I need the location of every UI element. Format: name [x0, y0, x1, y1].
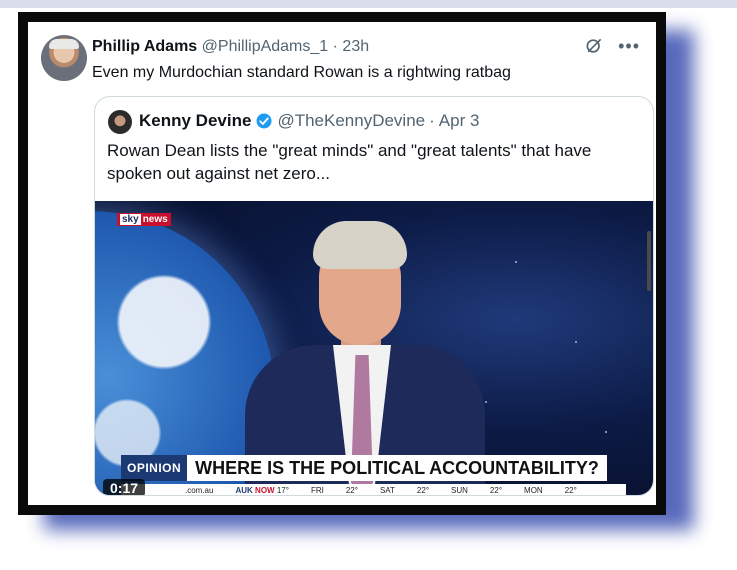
- quoted-post[interactable]: Kenny Devine @TheKennyDevine · Apr 3 Row…: [94, 96, 654, 496]
- quoted-post-text: Rowan Dean lists the "great minds" and "…: [107, 141, 592, 183]
- weather-ticker: .com.au AUK NOW 17° FRI 22° SAT 22° SUN …: [121, 484, 626, 495]
- ticker-temp: 22°: [564, 486, 577, 495]
- quoted-author-avatar: [108, 110, 132, 134]
- screenshot-frame: Phillip Adams @PhillipAdams_1 · 23h ••• …: [18, 12, 666, 515]
- star: [575, 341, 577, 343]
- more-icon[interactable]: •••: [618, 36, 640, 56]
- post-time[interactable]: 23h: [342, 38, 369, 55]
- video-edge-strip: [647, 231, 651, 291]
- opinion-label: OPINION: [121, 455, 188, 481]
- grok-icon[interactable]: [584, 36, 604, 56]
- post-header-actions: •••: [584, 36, 640, 56]
- ticker-day: MON: [524, 486, 543, 495]
- post-card: Phillip Adams @PhillipAdams_1 · 23h ••• …: [28, 22, 656, 505]
- video-timestamp: 0:17: [103, 479, 146, 495]
- quoted-post-date: Apr 3: [438, 111, 480, 130]
- sky-news-logo: sky news: [117, 213, 171, 226]
- post-header: Phillip Adams @PhillipAdams_1 · 23h: [92, 38, 369, 56]
- quoted-author-handle: @TheKennyDevine: [277, 111, 426, 130]
- ticker-temp: 22°: [416, 486, 430, 495]
- star: [515, 261, 517, 263]
- star: [485, 401, 487, 403]
- ticker-day: FRI: [310, 486, 324, 495]
- ticker-now-temp: 17°: [276, 486, 289, 495]
- ticker-day: SAT: [379, 486, 395, 495]
- post-text: Even my Murdochian standard Rowan is a r…: [92, 64, 511, 81]
- video-headline: WHERE IS THE POLITICAL ACCOUNTABILITY?: [187, 455, 607, 481]
- quoted-author-name: Kenny Devine: [139, 111, 252, 130]
- ticker-site: .com.au: [185, 486, 214, 495]
- star: [605, 431, 607, 433]
- author-avatar[interactable]: [41, 35, 87, 81]
- lower-third: OPINION WHERE IS THE POLITICAL ACCOUNTAB…: [121, 455, 607, 481]
- ticker-now: NOW: [255, 486, 275, 495]
- separator-dot: ·: [332, 38, 338, 55]
- quoted-post-header: Kenny Devine @TheKennyDevine · Apr 3: [139, 111, 479, 131]
- ticker-temp: 22°: [489, 486, 503, 495]
- ticker-temp: 22°: [345, 486, 358, 495]
- video-player[interactable]: sky news OPINION WHERE IS THE POLITICAL A…: [95, 201, 653, 495]
- author-handle[interactable]: @PhillipAdams_1: [202, 38, 329, 55]
- top-strip: [0, 0, 737, 8]
- author-name[interactable]: Phillip Adams: [92, 38, 197, 55]
- verified-badge-icon: [256, 113, 272, 129]
- separator-dot: ·: [429, 111, 435, 130]
- ticker-day: SUN: [451, 486, 468, 495]
- ticker-city: AUK: [235, 486, 253, 495]
